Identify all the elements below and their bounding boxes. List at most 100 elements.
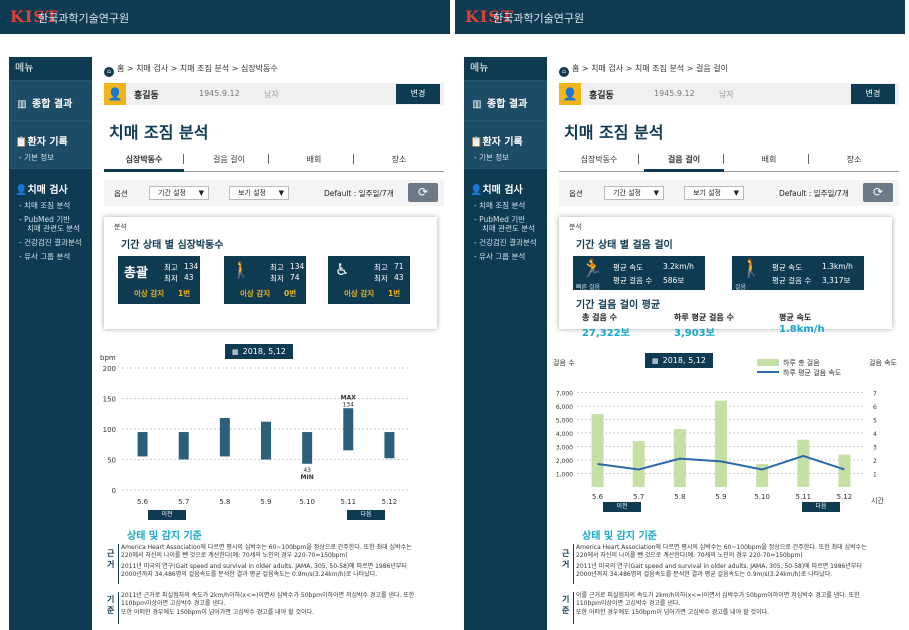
x-tick-label: 5.7	[178, 498, 189, 506]
next-button[interactable]: 다음	[347, 510, 385, 520]
legend-bar-swatch	[757, 359, 779, 366]
sidebar-sub-item[interactable]: - 건강검진 결과분석	[15, 238, 92, 247]
panel-heart-rate: KIST 한국과학기술연구원 메뉴 ▥ 종합 결과 📋환자 기록 - 기본 정보 …	[0, 0, 450, 630]
sidebar-item-label: 종합 결과	[32, 99, 73, 110]
steps-value: 3,317보	[822, 276, 851, 285]
tab-place[interactable]: 장소	[814, 154, 894, 172]
breadcrumb: ⌂ 홈 > 치매 검사 > 치매 조짐 분석 > 걸음 걸이	[559, 63, 728, 77]
sidebar-group-patient[interactable]: 📋환자 기록 - 기본 정보	[464, 121, 547, 169]
patient-bar: 👤 홍길동 1945.9.12 남자	[104, 83, 444, 105]
select-value: 기간 설정	[613, 189, 641, 197]
divider	[573, 592, 574, 624]
min-label: 최저	[164, 274, 178, 283]
sidebar-sub-item[interactable]: - 건강검진 결과분석	[470, 238, 547, 247]
tab-label: 걸음 걸이	[213, 155, 245, 164]
sidebar: 메뉴 ▥ 종합 결과 📋환자 기록 - 기본 정보 👤치매 검사 - 치매 조짐 …	[9, 57, 92, 630]
view-select[interactable]: 보기 설정 ▼	[229, 186, 289, 200]
tab-label: 배회	[306, 155, 322, 164]
tab-label: 걸음 걸이	[667, 155, 701, 164]
tab-gait[interactable]: 걸음 걸이	[189, 154, 269, 172]
y-right-tick-label: 2	[873, 458, 877, 465]
refresh-button[interactable]: ⟳	[863, 183, 893, 202]
home-icon[interactable]: ⌂	[104, 67, 114, 77]
criteria-key: 근거	[562, 549, 570, 569]
criteria-text: 2011년 미국의 연구(Gait speed and survival in …	[121, 563, 407, 578]
sidebar-sub-item[interactable]: - PubMed 기반	[470, 215, 547, 224]
main-content: ⌂ 홈 > 치매 검사 > 치매 조짐 분석 > 걸음 걸이 👤 홍길동 1945…	[547, 57, 905, 630]
max-value: 134	[184, 262, 199, 271]
y-right-tick-label: 6	[873, 404, 877, 411]
sidebar-sub-item[interactable]: 치매 관련도 분석	[470, 224, 547, 233]
tab-wandering[interactable]: 배회	[274, 154, 354, 172]
avg-label: 하루 평균 걸음 수	[674, 313, 734, 322]
x-tick-label: 5.9	[260, 498, 271, 506]
view-select[interactable]: 보기 설정 ▼	[684, 186, 744, 200]
breadcrumb: ⌂ 홈 > 치매 검사 > 치매 조짐 분석 > 심장박동수	[104, 63, 278, 77]
analysis-card: 분석 기간 상태 별 심장박동수 총괄 최고 134 최저 43 이상 감지 1…	[104, 217, 437, 329]
sidebar-group-dementia[interactable]: 👤치매 검사 - 치매 조짐 분석 - PubMed 기반 치매 관련도 분석 …	[464, 169, 547, 267]
change-button[interactable]: 변경	[851, 84, 895, 104]
sidebar-sub-item[interactable]: - 유사 그룹 분석	[15, 252, 92, 261]
sidebar-sub-item[interactable]: - PubMed 기반	[15, 215, 92, 224]
tab-gait[interactable]: 걸음 걸이	[644, 154, 724, 172]
sidebar-sub-basic-info[interactable]: - 기본 정보	[15, 153, 92, 162]
home-icon[interactable]: ⌂	[559, 67, 569, 77]
sidebar-sub-item[interactable]: - 치매 조짐 분석	[470, 201, 547, 210]
steps-label: 평균 걸음 수	[772, 276, 812, 285]
select-value: 보기 설정	[693, 189, 721, 197]
tab-heart-rate[interactable]: 심장박동수	[559, 154, 639, 172]
avatar-icon: 👤	[559, 83, 581, 105]
sidebar-sub-item[interactable]: - 유사 그룹 분석	[470, 252, 547, 261]
criteria-standard: 기준 2011년 근거로 피실험자의 속도가 2km/h이하(x<=)이면서 심…	[107, 592, 437, 624]
period-select[interactable]: 기간 설정 ▼	[604, 186, 664, 200]
max-value: 134	[290, 262, 305, 271]
tab-wandering[interactable]: 배회	[729, 154, 809, 172]
speed-value: 3.2km/h	[663, 262, 694, 271]
tab-label: 심장박동수	[580, 155, 618, 164]
refresh-button[interactable]: ⟳	[408, 183, 438, 202]
person-icon: 👤	[15, 185, 28, 196]
sidebar-group-patient[interactable]: 📋환자 기록 - 기본 정보	[9, 121, 92, 169]
next-button[interactable]: 다음	[802, 502, 840, 512]
max-label: 최고	[164, 263, 178, 272]
y-left-tick-label: 4,000	[556, 431, 573, 438]
options-bar: 옵션 기간 설정 ▼ 보기 설정 ▼ Default : 일주일/7개 ⟳	[104, 180, 444, 206]
min-value: 43	[394, 273, 404, 282]
prev-button[interactable]: 이전	[148, 510, 186, 520]
tab-place[interactable]: 장소	[359, 154, 439, 172]
min-label: 최저	[270, 274, 284, 283]
bar-5.9	[261, 421, 271, 460]
warn-label: 이상 감지	[134, 289, 165, 298]
speed-label: 평균 속도	[772, 263, 802, 272]
sidebar-sub-item[interactable]: - 치매 조짐 분석	[15, 201, 92, 210]
summary-box-walking: 🚶 최고 134 최저 74 이상 감지 0번	[224, 256, 306, 304]
sidebar-sub-basic-info[interactable]: - 기본 정보	[470, 153, 547, 162]
avg-speed: 평균 속도 1.8km/h	[779, 312, 825, 335]
prev-button[interactable]: 이전	[603, 502, 641, 512]
walking-person-icon: 🚶	[740, 258, 763, 279]
change-button[interactable]: 변경	[396, 84, 440, 104]
y-tick-label: 150	[103, 396, 116, 404]
sidebar-sub-item[interactable]: 치매 관련도 분석	[15, 224, 92, 233]
y-axis-left-label: 걸음 수	[553, 359, 575, 367]
wheelchair-icon: ♿	[335, 260, 350, 279]
tab-heart-rate[interactable]: 심장박동수	[104, 154, 184, 172]
main-content: ⌂ 홈 > 치매 검사 > 치매 조짐 분석 > 심장박동수 👤 홍길동 1945…	[92, 57, 450, 630]
criteria-text: 또한 어떠한 경우에도 150bpm이 넘어가면 고심박수 경고를 내야 할 것…	[576, 609, 770, 616]
criteria-basis: 근거 America Heart Association에 다르면 평시의 심박…	[107, 544, 437, 584]
criteria-key: 기준	[562, 595, 570, 615]
criteria-text: America Heart Association에 다르면 평시의 심박수는 …	[576, 544, 867, 559]
card-title: 기간 상태 별 걸음 걸이	[576, 240, 673, 251]
bar-5.7	[632, 441, 645, 487]
brand-name: 한국과학기술연구원	[493, 12, 585, 25]
sidebar-item-summary[interactable]: ▥ 종합 결과	[9, 81, 92, 121]
criteria-standard: 기준 이를 근거로 피실험자의 속도가 2km/h이하(x<=)이면서 심박수가…	[562, 592, 892, 624]
avg-total-steps: 총 걸음 수 27,322보	[582, 312, 630, 339]
sidebar-group-dementia[interactable]: 👤치매 검사 - 치매 조짐 분석 - PubMed 기반 치매 관련도 분석 …	[9, 169, 92, 267]
period-select[interactable]: 기간 설정 ▼	[149, 186, 209, 200]
sidebar-item-summary[interactable]: ▥ 종합 결과	[464, 81, 547, 121]
sidebar: 메뉴 ▥ 종합 결과 📋환자 기록 - 기본 정보 👤치매 검사 - 치매 조짐 …	[464, 57, 547, 630]
tab-label: 장소	[391, 155, 407, 164]
steps-label: 평균 걸음 수	[613, 276, 653, 285]
y-left-tick-label: 5,000	[556, 418, 573, 425]
